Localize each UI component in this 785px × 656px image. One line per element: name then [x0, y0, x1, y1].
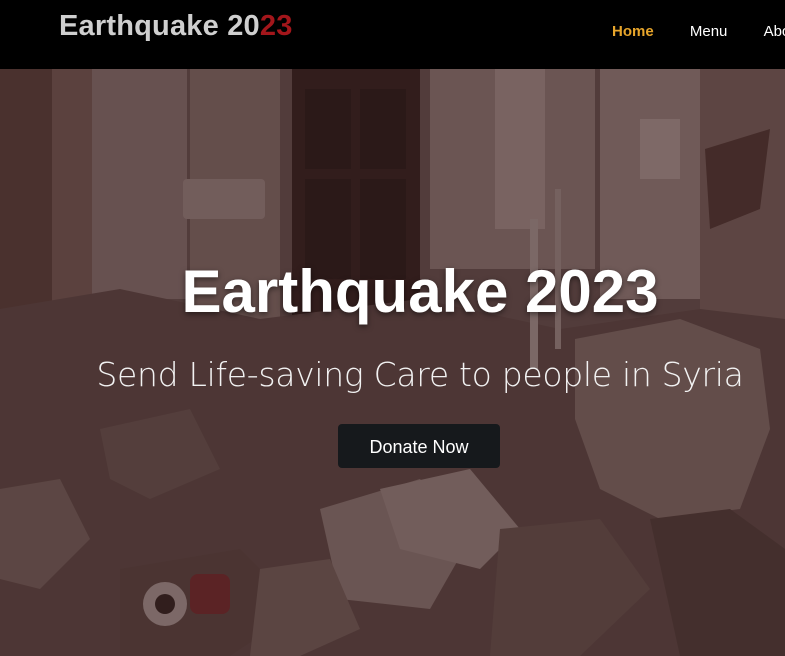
nav-item-menu[interactable]: Menu — [690, 23, 728, 40]
hero-title: Earthquake 2023 — [181, 258, 659, 325]
nav-item-home[interactable]: Home — [612, 23, 654, 40]
donate-now-button[interactable]: Donate Now — [338, 424, 500, 468]
main-nav: Home Menu Abo — [612, 23, 785, 40]
brand-text: Earthquake 20 — [59, 10, 260, 42]
hero-section: Earthquake 2023 Send Life-saving Care to… — [0, 69, 785, 656]
hero-subtitle: Send Life-saving Care to people in Syria — [96, 355, 744, 394]
brand-accent-text: 23 — [259, 10, 293, 42]
nav-item-about[interactable]: Abo — [764, 23, 785, 40]
navbar: Earthquake 2023 Home Menu Abo — [0, 0, 785, 69]
site-logo[interactable]: Earthquake 2023 — [59, 10, 293, 43]
